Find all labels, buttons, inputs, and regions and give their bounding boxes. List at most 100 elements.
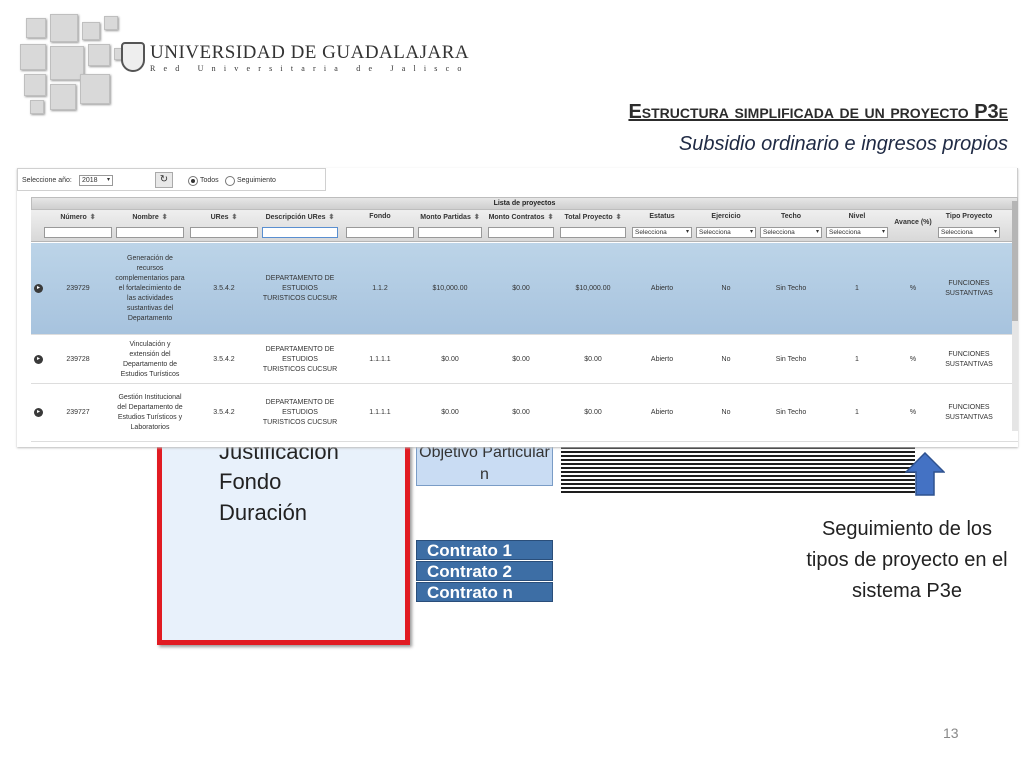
refresh-icon[interactable]: ↻ <box>155 172 173 188</box>
table-cell-numero: 239728 <box>43 335 113 384</box>
cell-text: % <box>909 285 917 292</box>
table-cell-numero: 239727 <box>43 384 113 442</box>
cell-text: FUNCIONES SUSTANTIVAS <box>945 404 993 421</box>
sort-icon[interactable]: ⬍ <box>162 214 168 221</box>
expand-row-icon[interactable]: ▸ <box>34 354 43 364</box>
column-header[interactable]: Fondo <box>345 213 415 220</box>
column-header[interactable]: Monto Partidas ⬍ <box>417 213 483 221</box>
table-cell-estatus: Abierto <box>631 243 693 335</box>
table-cell-ejercicio: No <box>695 335 757 384</box>
radio-seguimiento[interactable] <box>225 176 235 186</box>
expand-row-icon[interactable]: ▸ <box>34 284 43 293</box>
cell-text: 3.5.4.2 <box>213 285 235 292</box>
table-cell-ures: 3.5.4.2 <box>189 384 259 442</box>
column-header-label: Número <box>60 214 87 221</box>
cell-text: FUNCIONES SUSTANTIVAS <box>945 350 993 368</box>
table-cell-estatus: Abierto <box>631 335 693 384</box>
column-header[interactable]: Ejercicio <box>695 213 757 220</box>
radio-seguimiento-label: Seguimiento <box>237 177 276 184</box>
year-select[interactable]: 2018 ▾ <box>79 175 113 186</box>
column-header[interactable]: Tipo Proyecto <box>937 213 1001 220</box>
cell-text: 1.1.1.1 <box>369 409 391 416</box>
cell-text: Abierto <box>650 355 674 363</box>
university-name: UNIVERSIDAD DE GUADALAJARA <box>150 42 470 63</box>
column-header[interactable]: Nivel <box>825 213 889 220</box>
sort-icon[interactable]: ⬍ <box>548 214 554 221</box>
slide-subtitle: Subsidio ordinario e ingresos propios <box>678 133 1008 155</box>
table-cell-ures: 3.5.4.2 <box>189 335 259 384</box>
sort-icon[interactable]: ⬍ <box>329 214 335 221</box>
sort-icon[interactable]: ⬍ <box>616 214 622 221</box>
column-filter-input[interactable] <box>488 227 554 238</box>
table-cell-avance: % <box>891 243 935 335</box>
column-header[interactable]: URes ⬍ <box>189 213 259 221</box>
column-filter-input[interactable] <box>418 227 482 238</box>
column-filter-input[interactable] <box>44 227 112 238</box>
cell-text: 239729 <box>66 285 90 292</box>
column-header[interactable]: Estatus <box>631 213 693 220</box>
column-header-label: Nivel <box>848 213 866 220</box>
column-filter-input[interactable] <box>346 227 414 238</box>
filter-select-value: Selecciona <box>635 229 667 236</box>
cell-text: DEPARTAMENTO DE ESTUDIOS TURISTICOS CUCS… <box>262 345 338 373</box>
up-arrow-icon <box>905 452 945 496</box>
objective-label: Objetivo Particular n <box>419 444 550 483</box>
column-header[interactable]: Techo <box>759 213 823 220</box>
cell-text: FUNCIONES SUSTANTIVAS <box>945 280 993 297</box>
university-subtitle: Red Universitaria de Jalisco <box>150 64 470 73</box>
cell-text: $0.00 <box>584 409 602 416</box>
sort-icon[interactable]: ⬍ <box>232 214 238 221</box>
column-filter-input[interactable] <box>116 227 184 238</box>
table-cell-tipo: FUNCIONES SUSTANTIVAS <box>937 243 1001 335</box>
column-filter-input[interactable] <box>190 227 258 238</box>
radio-todos[interactable] <box>188 176 198 186</box>
box-line-duracion: Duración <box>219 500 308 525</box>
column-header[interactable]: Número ⬍ <box>43 213 113 221</box>
cell-text: $0.00 <box>512 285 530 292</box>
sort-icon[interactable]: ⬍ <box>474 214 480 221</box>
table-row[interactable]: ▸ 239727 Gestión Institucional del Departa… <box>31 384 1018 442</box>
connector-lines <box>561 445 915 493</box>
grid-title: Lista de proyectos <box>31 197 1018 210</box>
column-header[interactable]: Avance (%) <box>891 219 935 226</box>
cell-text: No <box>721 409 731 416</box>
column-header[interactable]: Nombre ⬍ <box>115 213 185 221</box>
column-header[interactable]: Descripción URes ⬍ <box>261 213 339 221</box>
column-filter-select[interactable]: Selecciona ▾ <box>938 227 1000 238</box>
follow-text: Seguimiento de los tipos de proyecto en … <box>806 518 1008 602</box>
grid-header: Número ⬍ Nombre ⬍ URes ⬍ Descripción URes ⬍ Fond… <box>31 210 1018 242</box>
column-filter-input[interactable] <box>262 227 338 238</box>
expand-row-icon[interactable]: ▸ <box>34 408 43 417</box>
sort-icon[interactable]: ⬍ <box>90 214 96 221</box>
column-header[interactable]: Monto Contratos ⬍ <box>487 213 555 221</box>
chevron-down-icon: ▾ <box>106 177 110 183</box>
cell-text: 1.1.2 <box>372 285 388 292</box>
column-header-label: Monto Contratos <box>488 214 545 221</box>
column-filter-select[interactable]: Selecciona ▾ <box>760 227 822 238</box>
contract-2: Contrato 2 <box>416 561 553 581</box>
table-cell-techo: Sin Techo <box>759 335 823 384</box>
table-cell-ejercicio: No <box>695 384 757 442</box>
column-header[interactable]: Total Proyecto ⬍ <box>559 213 627 221</box>
table-cell-techo: Sin Techo <box>759 243 823 335</box>
scrollbar-thumb[interactable] <box>1012 201 1018 321</box>
column-filter-select[interactable]: Selecciona ▾ <box>826 227 888 238</box>
cell-text: 239727 <box>66 409 90 416</box>
column-filter-input[interactable] <box>560 227 626 238</box>
table-cell-numero: 239729 <box>43 243 113 335</box>
slide-title: Estructura simplificada de un proyecto P… <box>628 101 1008 123</box>
cell-text: 3.5.4.2 <box>213 409 235 416</box>
column-filter-select[interactable]: Selecciona ▾ <box>632 227 692 238</box>
cell-text: Abierto <box>650 285 674 292</box>
column-header-label: Estatus <box>649 213 675 220</box>
cell-text: No <box>721 285 731 292</box>
cell-text: $0.00 <box>441 355 459 363</box>
column-filter-select[interactable]: Selecciona ▾ <box>696 227 756 238</box>
cell-text: DEPARTAMENTO DE ESTUDIOS TURISTICOS CUCS… <box>262 275 338 302</box>
cell-text: Sin Techo <box>775 285 807 292</box>
table-row[interactable]: ▸ 239728 Vinculación y extensión del Depar… <box>31 335 1018 384</box>
table-cell-descripcion: DEPARTAMENTO DE ESTUDIOS TURISTICOS CUCS… <box>261 384 339 442</box>
table-row[interactable]: ▸ 239729 Generación de recursos complement… <box>31 243 1018 335</box>
cell-text: 1 <box>855 285 859 292</box>
cell-text: $0.00 <box>441 409 459 416</box>
